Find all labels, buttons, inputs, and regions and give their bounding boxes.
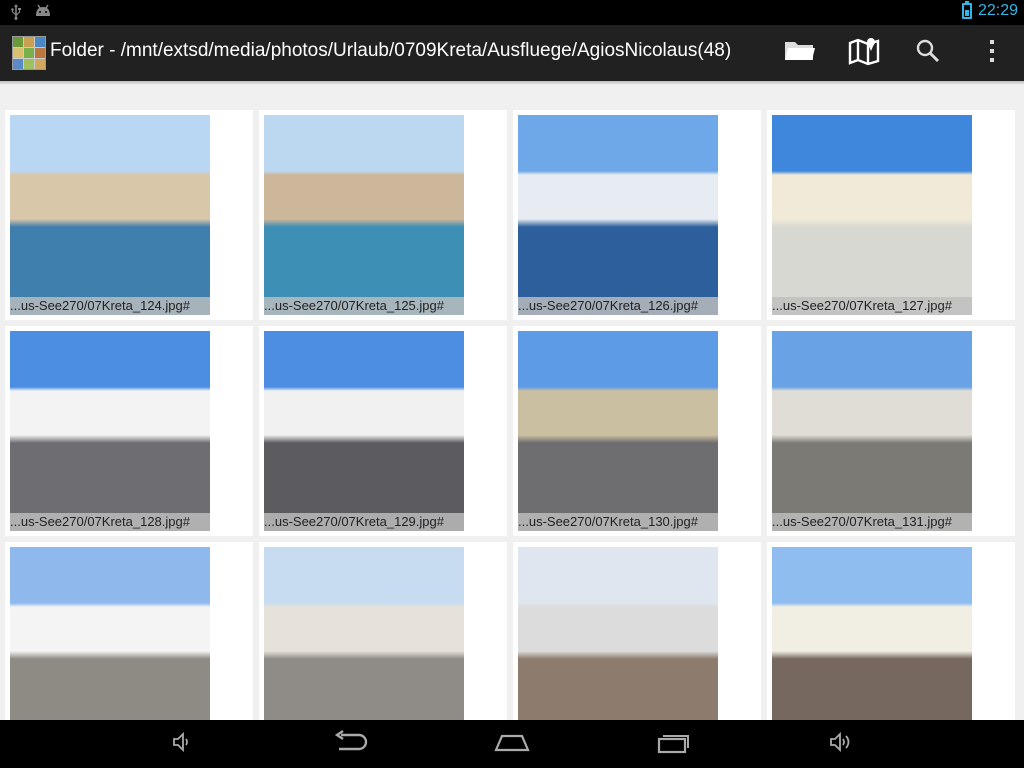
photo-image: ...us-See270/07Kreta_127.jpg#	[772, 115, 972, 315]
photo-image	[10, 547, 210, 720]
photo-caption: ...us-See270/07Kreta_129.jpg#	[264, 513, 464, 531]
photo-image	[772, 547, 972, 720]
recent-apps-icon	[656, 730, 692, 759]
photo-caption: ...us-See270/07Kreta_124.jpg#	[10, 297, 210, 315]
photo-thumbnail[interactable]: ...us-See270/07Kreta_128.jpg#	[5, 326, 253, 536]
photo-image: ...us-See270/07Kreta_131.jpg#	[772, 331, 972, 531]
app-icon[interactable]	[12, 36, 46, 70]
map-button[interactable]	[842, 33, 886, 73]
recent-apps-button[interactable]	[646, 728, 702, 760]
photo-thumbnail[interactable]	[767, 542, 1015, 720]
search-button[interactable]	[906, 33, 950, 73]
photo-thumbnail[interactable]: ...us-See270/07Kreta_126.jpg#	[513, 110, 761, 320]
volume-down-icon	[170, 730, 194, 759]
screen: 22:29 Folder - /mnt/extsd/media/photos/U…	[0, 0, 1024, 768]
home-button[interactable]	[484, 728, 540, 760]
photo-image: ...us-See270/07Kreta_130.jpg#	[518, 331, 718, 531]
status-bar: 22:29	[0, 0, 1024, 25]
clock: 22:29	[977, 2, 1018, 19]
photo-thumbnail[interactable]: ...us-See270/07Kreta_131.jpg#	[767, 326, 1015, 536]
photo-caption: ...us-See270/07Kreta_130.jpg#	[518, 513, 718, 531]
photo-image	[518, 547, 718, 720]
back-icon	[331, 729, 369, 759]
photo-caption: ...us-See270/07Kreta_126.jpg#	[518, 297, 718, 315]
photo-thumbnail[interactable]: ...us-See270/07Kreta_124.jpg#	[5, 110, 253, 320]
photo-caption: ...us-See270/07Kreta_125.jpg#	[264, 297, 464, 315]
photo-thumbnail[interactable]: ...us-See270/07Kreta_125.jpg#	[259, 110, 507, 320]
action-bar: Folder - /mnt/extsd/media/photos/Urlaub/…	[0, 25, 1024, 81]
android-debug-icon	[34, 4, 52, 25]
folder-title: Folder - /mnt/extsd/media/photos/Urlaub/…	[50, 40, 732, 61]
overflow-menu-icon	[988, 38, 996, 69]
photo-thumbnail[interactable]	[513, 542, 761, 720]
photo-thumbnail[interactable]: ...us-See270/07Kreta_127.jpg#	[767, 110, 1015, 320]
photo-thumbnail[interactable]	[259, 542, 507, 720]
usb-icon	[10, 4, 22, 25]
search-icon	[915, 38, 941, 69]
photo-image: ...us-See270/07Kreta_124.jpg#	[10, 115, 210, 315]
photo-image	[264, 547, 464, 720]
overflow-menu-button[interactable]	[970, 33, 1014, 73]
photo-thumbnail[interactable]	[5, 542, 253, 720]
navigation-bar	[0, 720, 1024, 768]
photo-image: ...us-See270/07Kreta_128.jpg#	[10, 331, 210, 531]
photo-caption: ...us-See270/07Kreta_127.jpg#	[772, 297, 972, 315]
volume-up-icon	[827, 730, 853, 759]
photo-image: ...us-See270/07Kreta_125.jpg#	[264, 115, 464, 315]
home-icon	[492, 730, 532, 759]
photo-image: ...us-See270/07Kreta_129.jpg#	[264, 331, 464, 531]
photo-thumbnail[interactable]: ...us-See270/07Kreta_130.jpg#	[513, 326, 761, 536]
photo-thumbnail[interactable]: ...us-See270/07Kreta_129.jpg#	[259, 326, 507, 536]
map-icon	[848, 35, 880, 72]
action-bar-shadow	[0, 81, 1024, 85]
folder-icon	[784, 39, 816, 68]
photo-caption: ...us-See270/07Kreta_131.jpg#	[772, 513, 972, 531]
volume-down-button[interactable]	[154, 728, 210, 760]
folder-button[interactable]	[778, 33, 822, 73]
battery-charging-icon	[961, 1, 972, 19]
photo-image: ...us-See270/07Kreta_126.jpg#	[518, 115, 718, 315]
photo-caption: ...us-See270/07Kreta_128.jpg#	[10, 513, 210, 531]
photo-grid[interactable]: ...us-See270/07Kreta_124.jpg# ...us-See27…	[5, 110, 1019, 720]
volume-up-button[interactable]	[812, 728, 868, 760]
back-button[interactable]	[322, 728, 378, 760]
